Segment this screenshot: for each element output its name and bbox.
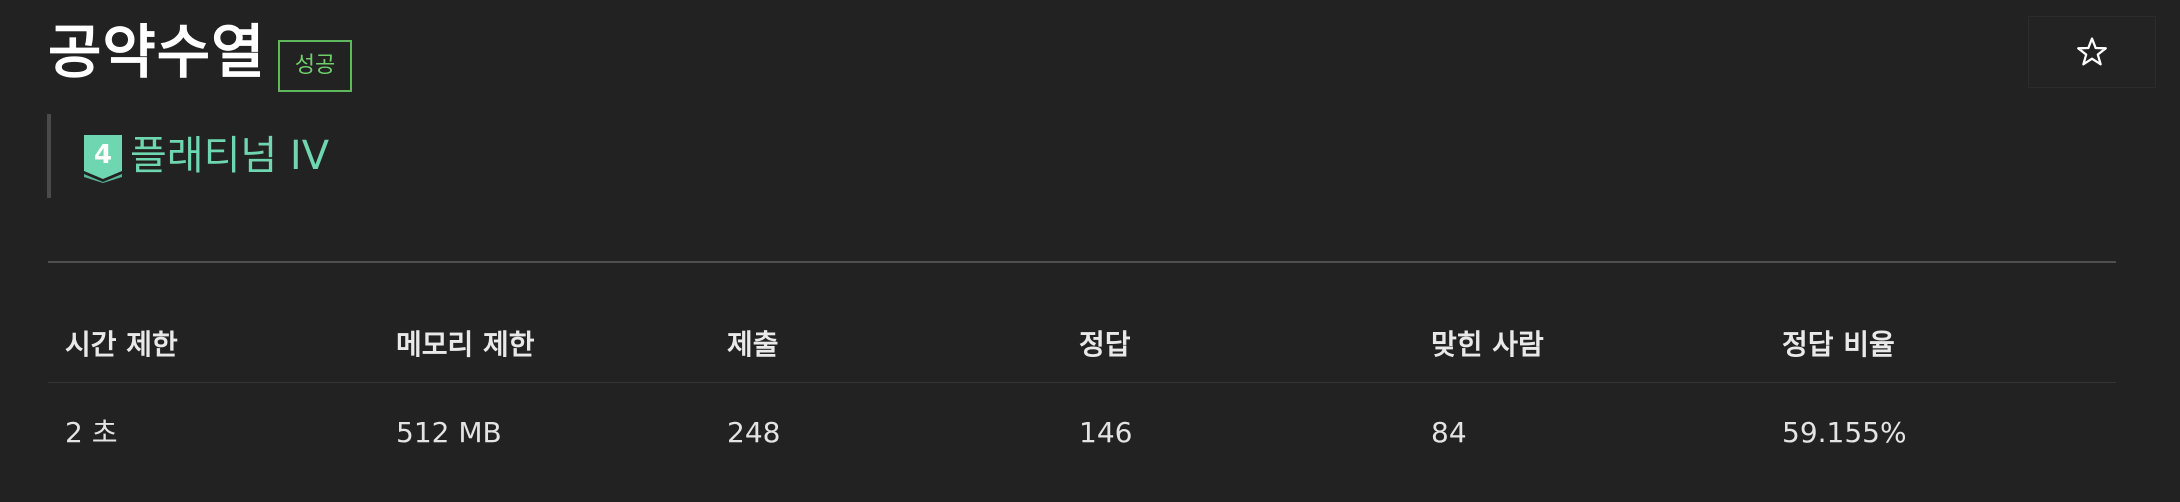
header-solvers: 맞힌 사람 bbox=[1431, 328, 1544, 361]
accepted-value[interactable]: 146 bbox=[1079, 383, 1132, 483]
header-submissions: 제출 bbox=[727, 328, 779, 361]
header-memory-limit: 메모리 제한 bbox=[396, 328, 535, 361]
tier-quote-bar bbox=[47, 114, 51, 198]
tier-level-number: 4 bbox=[94, 140, 112, 170]
time-limit-value: 2 초 bbox=[65, 416, 118, 449]
star-outline-icon bbox=[2077, 37, 2107, 66]
divider bbox=[48, 261, 2116, 263]
favorite-star-button[interactable] bbox=[2028, 16, 2156, 88]
header-accepted: 정답 bbox=[1079, 328, 1131, 361]
header-time-limit: 시간 제한 bbox=[65, 328, 178, 361]
accept-rate-value: 59.155% bbox=[1782, 416, 1907, 449]
table-header-row: 시간 제한 메모리 제한 제출 정답 맞힌 사람 정답 비율 bbox=[48, 312, 2116, 383]
problem-info-table: 시간 제한 메모리 제한 제출 정답 맞힌 사람 정답 비율 2 초 512 M… bbox=[48, 312, 2116, 455]
header-accept-rate: 정답 비율 bbox=[1782, 328, 1895, 361]
status-badge: 성공 bbox=[278, 40, 352, 92]
tier-badge-icon: 4 bbox=[84, 135, 122, 183]
tier-label[interactable]: 플래티넘 IV bbox=[130, 128, 329, 184]
submissions-value[interactable]: 248 bbox=[727, 383, 780, 483]
solvers-value[interactable]: 84 bbox=[1431, 383, 1467, 483]
memory-limit-value: 512 MB bbox=[396, 416, 502, 449]
problem-title: 공약수열 bbox=[48, 18, 266, 86]
table-row: 2 초 512 MB 248 146 84 59.155% bbox=[48, 383, 2116, 455]
